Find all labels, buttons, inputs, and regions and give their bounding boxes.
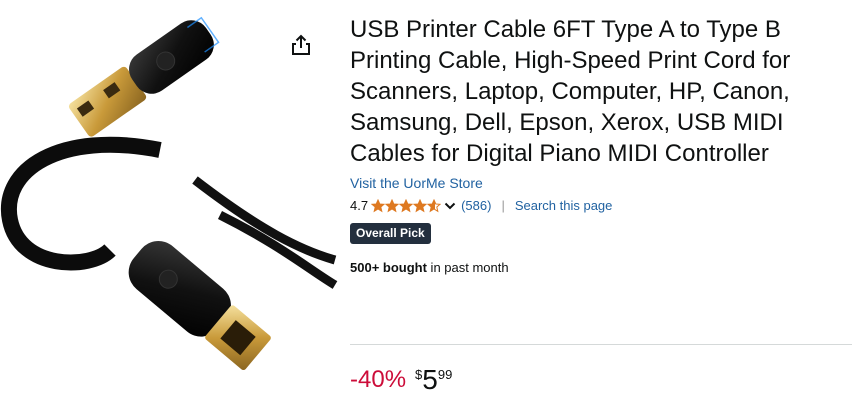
product-title: USB Printer Cable 6FT Type A to Type B P… xyxy=(350,16,791,167)
price-whole: 5 xyxy=(422,364,438,395)
rating-value: 4.7 xyxy=(350,198,369,213)
chevron-down-icon[interactable] xyxy=(444,201,456,211)
separator: | xyxy=(501,198,505,213)
product-image-area[interactable] xyxy=(0,0,340,401)
divider xyxy=(350,344,852,345)
price-fraction: 99 xyxy=(437,367,453,382)
star-rating-icon[interactable] xyxy=(371,199,442,213)
share-icon xyxy=(292,34,310,55)
bought-period: in past month xyxy=(426,260,509,275)
search-page-link[interactable]: Search this page xyxy=(515,197,613,215)
overall-pick-badge[interactable]: Overall Pick xyxy=(350,223,431,244)
product-image[interactable] xyxy=(0,0,340,401)
bought-info: 500+ bought in past month xyxy=(350,259,846,277)
rating-count-link[interactable]: (586) xyxy=(461,197,491,215)
price-currency: $ xyxy=(415,367,423,382)
discount-percent: -40% xyxy=(350,366,407,393)
product-details: USB Printer Cable 6FT Type A to Type B P… xyxy=(350,14,846,277)
share-button[interactable] xyxy=(288,32,314,58)
store-link[interactable]: Visit the UorMe Store xyxy=(350,174,483,192)
bought-count: 500+ bought xyxy=(350,260,427,275)
price-row: -40% $ 5 99 xyxy=(350,365,452,395)
rating-row: 4.7 (586) | Search this page xyxy=(350,197,846,215)
